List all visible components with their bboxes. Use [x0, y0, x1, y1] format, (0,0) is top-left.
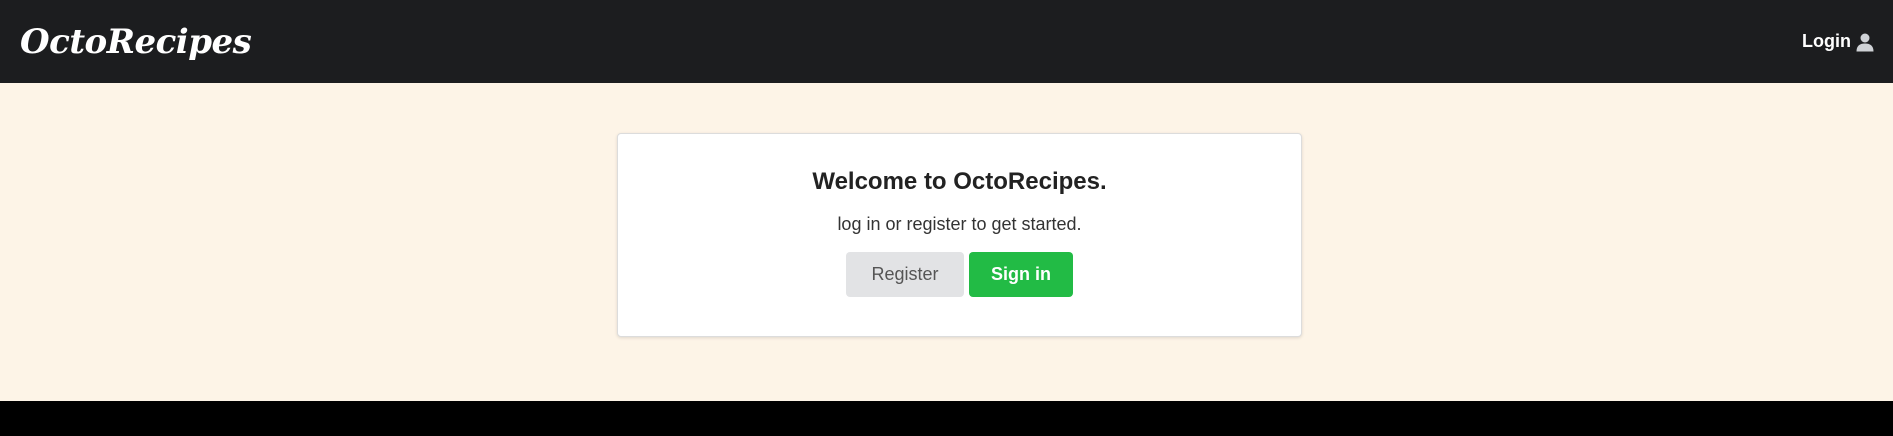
navbar: OctoRecipes Login: [0, 0, 1893, 83]
welcome-title: Welcome to OctoRecipes.: [812, 168, 1107, 195]
sign-in-button[interactable]: Sign in: [969, 252, 1073, 297]
main-content: Welcome to OctoRecipes. log in or regist…: [0, 83, 1893, 401]
footer: [0, 401, 1893, 436]
welcome-card: Welcome to OctoRecipes. log in or regist…: [617, 133, 1302, 337]
user-icon: [1856, 33, 1874, 51]
brand-logo[interactable]: OctoRecipes: [20, 22, 252, 62]
welcome-subtitle: log in or register to get started.: [837, 214, 1082, 234]
auth-buttons: Register Sign in: [618, 252, 1301, 297]
register-button[interactable]: Register: [846, 252, 964, 297]
login-label: Login: [1802, 31, 1851, 51]
login-link[interactable]: Login: [1802, 31, 1875, 52]
